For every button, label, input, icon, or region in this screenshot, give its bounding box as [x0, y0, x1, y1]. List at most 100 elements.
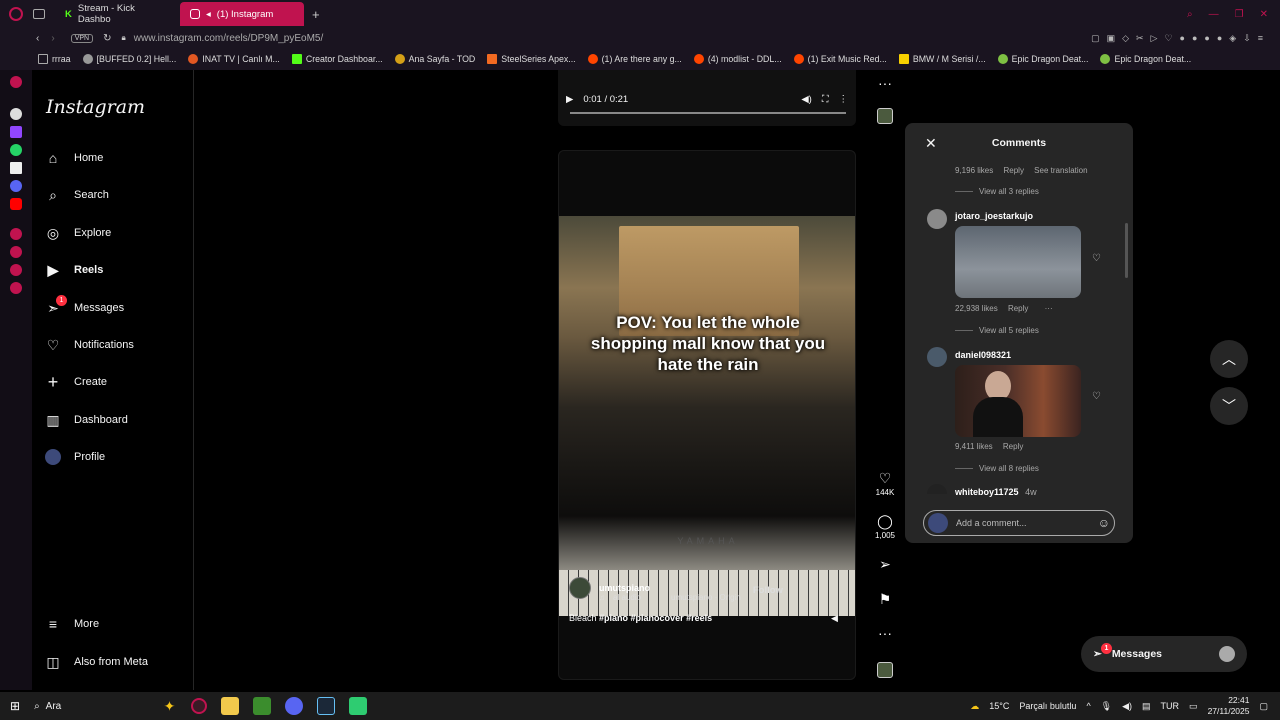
avatar[interactable]: [927, 484, 947, 494]
comment-username[interactable]: daniel098321: [955, 350, 1011, 360]
sidebar-item-notifications[interactable]: ♡ Notifications: [44, 331, 184, 359]
follow-button[interactable]: Follow: [753, 585, 783, 602]
see-translation-button[interactable]: See translation: [1034, 166, 1087, 175]
minecraft-icon[interactable]: [253, 697, 272, 715]
chatgpt-icon[interactable]: [10, 108, 22, 120]
author-avatar[interactable]: [569, 577, 591, 599]
bookmark-item[interactable]: INAT TV | Canlı M...: [182, 54, 286, 64]
messages-button[interactable]: ➣ 1 Messages: [1081, 636, 1247, 672]
reel-hashtags[interactable]: #piano #pianocover #reels: [599, 613, 712, 623]
bookmark-item[interactable]: (4) modlist - DDL...: [688, 54, 788, 64]
youtube-icon[interactable]: [10, 198, 22, 210]
back-icon[interactable]: ‹: [36, 33, 39, 44]
sidebar-item-explore[interactable]: ◎ Explore: [44, 219, 184, 247]
forward-icon[interactable]: ›: [51, 33, 54, 44]
bookmark-item[interactable]: Epic Dragon Deat...: [992, 54, 1095, 64]
comment-username[interactable]: jotaro_joestarkujo: [955, 211, 1033, 221]
sidebar-item-home[interactable]: ⌂ Home: [44, 144, 184, 172]
opera-gx-icon[interactable]: [9, 7, 23, 21]
bookmark-item[interactable]: Ana Sayfa - TOD: [389, 54, 482, 64]
audio-label[interactable]: al audio: [613, 593, 641, 602]
search-tabs-icon[interactable]: ⌕: [1187, 9, 1193, 20]
windows-start-icon[interactable]: ⊞: [10, 699, 20, 713]
tab-kick-dashboard[interactable]: K Stream - Kick Dashbo: [55, 2, 180, 26]
discord-icon[interactable]: [10, 180, 22, 192]
comment-username[interactable]: whiteboy11725 4w: [955, 487, 1037, 497]
sidebar-item-messages[interactable]: ➣ 1 Messages: [44, 294, 184, 322]
minimize-button[interactable]: —: [1209, 9, 1219, 20]
progress-bar[interactable]: [570, 112, 846, 114]
heart-icon[interactable]: ♡: [1092, 253, 1101, 264]
bookmark-item[interactable]: (1) Are there any g...: [582, 54, 688, 64]
volume-icon[interactable]: ◀): [1122, 701, 1132, 712]
vpn-badge[interactable]: VPN: [70, 33, 94, 43]
close-button[interactable]: ✕: [1260, 9, 1268, 20]
heart-icon[interactable]: ♡: [1092, 391, 1101, 402]
share-button[interactable]: ➢: [870, 556, 900, 574]
notifications-icon[interactable]: ▢: [1259, 701, 1268, 712]
opera-gx-icon[interactable]: [191, 698, 208, 714]
new-tab-button[interactable]: +: [312, 7, 320, 22]
tab-instagram[interactable]: ◂ (1) Instagram: [180, 2, 304, 26]
scrollbar[interactable]: [1125, 223, 1128, 278]
maximize-button[interactable]: ❐: [1235, 9, 1244, 20]
comment-image[interactable]: [955, 226, 1081, 298]
discord-icon[interactable]: [285, 697, 304, 715]
save-button[interactable]: ⚑: [870, 591, 900, 609]
previous-reel-button[interactable]: ︿: [1210, 340, 1248, 378]
x-icon[interactable]: [10, 162, 22, 174]
bookmark-item[interactable]: BMW / M Serisi /...: [893, 54, 992, 64]
next-reel-button[interactable]: ﹀: [1210, 387, 1248, 425]
reply-button[interactable]: Reply: [1003, 166, 1023, 175]
bookmark-item[interactable]: SteelSeries Apex...: [481, 54, 581, 64]
weather-icon[interactable]: ☁: [970, 701, 979, 712]
url-field[interactable]: www.instagram.com/reels/DP9M_pyEoM5/: [134, 33, 324, 44]
more-options-icon[interactable]: ···: [870, 75, 900, 93]
settings-icon[interactable]: [10, 282, 22, 294]
file-explorer-icon[interactable]: [221, 697, 240, 715]
twitch-icon[interactable]: [10, 126, 22, 138]
avatar[interactable]: [927, 347, 947, 367]
bookmark-item[interactable]: Creator Dashboar...: [286, 54, 389, 64]
audio-player[interactable]: ▶ 0:01 / 0:21 ◀) ⛶ ⋮: [566, 86, 848, 114]
like-button[interactable]: ♡ 144K: [870, 470, 900, 497]
taskbar-search-icon[interactable]: ⌕: [34, 701, 40, 712]
toolbar-icons[interactable]: ▢▣◇✂▷♡●●●●◈⇩≡: [1091, 33, 1270, 44]
comment-button[interactable]: ◯ 1,005: [870, 513, 900, 540]
sidebar-item-more[interactable]: ≡ More: [44, 610, 184, 638]
author-name[interactable]: umutspiano: [599, 583, 650, 593]
taskbar-search[interactable]: Ara: [46, 701, 164, 712]
tab-manager-icon[interactable]: [33, 9, 45, 19]
messenger-icon[interactable]: [10, 264, 22, 276]
sidebar-item-also-from-meta[interactable]: ◫ Also from Meta: [44, 648, 184, 676]
sidebar-item-search[interactable]: ⌕ Search: [44, 181, 184, 209]
more-options-icon[interactable]: ···: [1045, 304, 1053, 313]
window-controls[interactable]: ⌕ — ❐ ✕: [1187, 9, 1268, 20]
mute-icon[interactable]: ◀: [831, 613, 838, 624]
fullscreen-icon[interactable]: ⛶: [822, 94, 829, 105]
reel-video[interactable]: POV: You let the whole shopping mall kno…: [559, 216, 855, 616]
whatsapp-icon[interactable]: [10, 144, 22, 156]
instagram-logo[interactable]: Instagram: [46, 96, 145, 118]
app-icon[interactable]: [349, 697, 368, 715]
sidebar-item-create[interactable]: + Create: [44, 368, 184, 396]
emoji-icon[interactable]: ☺: [1098, 516, 1110, 530]
view-replies-button[interactable]: View all 5 replies: [955, 326, 1039, 335]
sidebar-item-profile[interactable]: Profile: [44, 443, 184, 471]
steam-icon[interactable]: [317, 697, 336, 715]
reply-button[interactable]: Reply: [1008, 304, 1028, 313]
reply-button[interactable]: Reply: [1003, 442, 1023, 451]
reload-icon[interactable]: ↻: [103, 33, 111, 44]
view-replies-button[interactable]: View all 8 replies: [955, 464, 1039, 473]
chevron-up-icon[interactable]: ^: [1086, 701, 1090, 711]
weather-desc[interactable]: Parçalı bulutlu: [1019, 701, 1076, 711]
bookmark-item[interactable]: (1) Exit Music Red...: [788, 54, 893, 64]
bookmark-item[interactable]: [BUFFED 0.2] Hell...: [77, 54, 183, 64]
more-options-icon[interactable]: ···: [870, 625, 900, 643]
comment-input[interactable]: Add a comment... ☺: [923, 510, 1115, 536]
audio-source[interactable]: umutspiano · Origin: [671, 593, 741, 602]
reel-card[interactable]: POV: You let the whole shopping mall kno…: [558, 150, 856, 680]
history-icon[interactable]: [10, 246, 22, 258]
copilot-icon[interactable]: ✦: [164, 698, 176, 715]
view-replies-button[interactable]: View all 3 replies: [955, 187, 1039, 196]
